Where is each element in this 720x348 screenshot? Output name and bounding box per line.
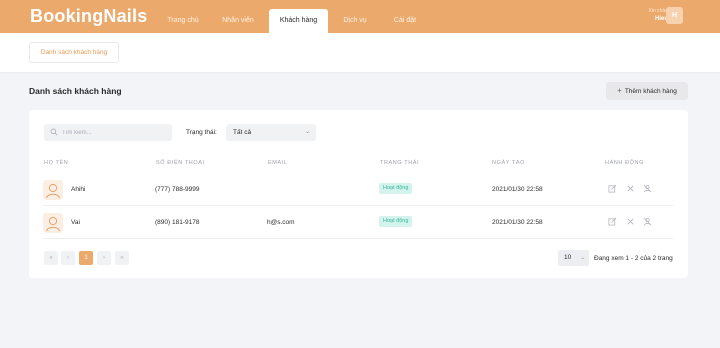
status-filter-label: Trạng thái: <box>186 129 217 136</box>
user-silhouette-icon <box>46 216 60 232</box>
prev-page-button[interactable]: ‹ <box>61 251 75 265</box>
chevron-down-icon: ⌄ <box>304 129 310 135</box>
nav-item-staff[interactable]: Nhân viên <box>210 9 266 33</box>
edit-icon[interactable] <box>608 217 617 226</box>
close-icon[interactable] <box>626 217 635 226</box>
block-user-icon[interactable] <box>643 184 652 193</box>
search-icon <box>50 128 58 136</box>
plus-icon: + <box>617 86 622 95</box>
customer-phone: (777) 788-9999 <box>155 186 200 193</box>
pagination-info: Đang xem 1 - 2 của 2 trang <box>594 255 673 262</box>
column-header-name: HỌ TÊN <box>44 160 69 166</box>
nav-item-services[interactable]: Dịch vụ <box>331 9 379 33</box>
next-page-button[interactable]: › <box>97 251 111 265</box>
block-user-icon[interactable] <box>643 217 652 226</box>
column-header-status: TRẠNG THÁI <box>380 160 420 166</box>
avatar <box>43 180 63 200</box>
created-date: 2021/01/30 22:58 <box>492 219 543 226</box>
user-avatar[interactable]: H <box>666 7 683 24</box>
customer-name: Vai <box>71 219 80 226</box>
edit-icon[interactable] <box>608 184 617 193</box>
column-header-actions: HÀNH ĐỘNG <box>605 160 645 166</box>
customer-phone: (890) 181-9178 <box>155 219 200 226</box>
user-silhouette-icon <box>46 183 60 199</box>
subnav-tab-customer-list[interactable]: Danh sách khách hàng <box>29 42 119 63</box>
page-button-current[interactable]: 1 <box>79 251 93 265</box>
avatar <box>43 213 63 233</box>
nav-item-settings[interactable]: Cài đặt <box>382 9 428 33</box>
chevron-down-icon: ⌄ <box>580 255 585 261</box>
subnav-bar: Danh sách khách hàng <box>0 33 720 72</box>
column-header-created: NGÀY TẠO <box>492 160 526 166</box>
customer-email: h@s.com <box>267 219 295 226</box>
table-row: Ahihi (777) 788-9999 Hoạt động 2021/01/3… <box>43 174 673 206</box>
search-input[interactable] <box>62 124 167 141</box>
nav-item-home[interactable]: Trang chủ <box>154 9 212 33</box>
customer-table-card: Trạng thái: Tất cả ⌄ HỌ TÊN SỐ ĐIỆN THOẠ… <box>29 110 688 278</box>
created-date: 2021/01/30 22:58 <box>492 186 543 193</box>
column-header-phone: SỐ ĐIỆN THOẠI <box>156 160 205 166</box>
status-badge: Hoạt động <box>379 216 413 227</box>
add-customer-button[interactable]: + Thêm khách hàng <box>606 82 688 100</box>
status-filter-value: Tất cả <box>233 129 252 136</box>
add-customer-label: Thêm khách hàng <box>624 88 677 95</box>
brand-logo[interactable]: BookingNails <box>30 6 147 27</box>
status-filter-select[interactable]: Tất cả ⌄ <box>226 124 316 141</box>
last-page-button[interactable]: » <box>115 251 129 265</box>
first-page-button[interactable]: « <box>44 251 58 265</box>
column-header-email: EMAIL <box>268 160 288 166</box>
page-title: Danh sách khách hàng <box>29 86 122 96</box>
table-row: Vai (890) 181-9178 h@s.com Hoạt động 202… <box>43 207 673 239</box>
close-icon[interactable] <box>626 184 635 193</box>
nav-item-customers[interactable]: Khách hàng <box>269 9 328 35</box>
customer-name: Ahihi <box>71 186 86 193</box>
page-size-select[interactable]: 10 ⌄ <box>558 250 589 266</box>
page-size-value: 10 <box>564 254 572 261</box>
status-badge: Hoạt động <box>379 183 413 194</box>
search-box <box>44 124 172 141</box>
